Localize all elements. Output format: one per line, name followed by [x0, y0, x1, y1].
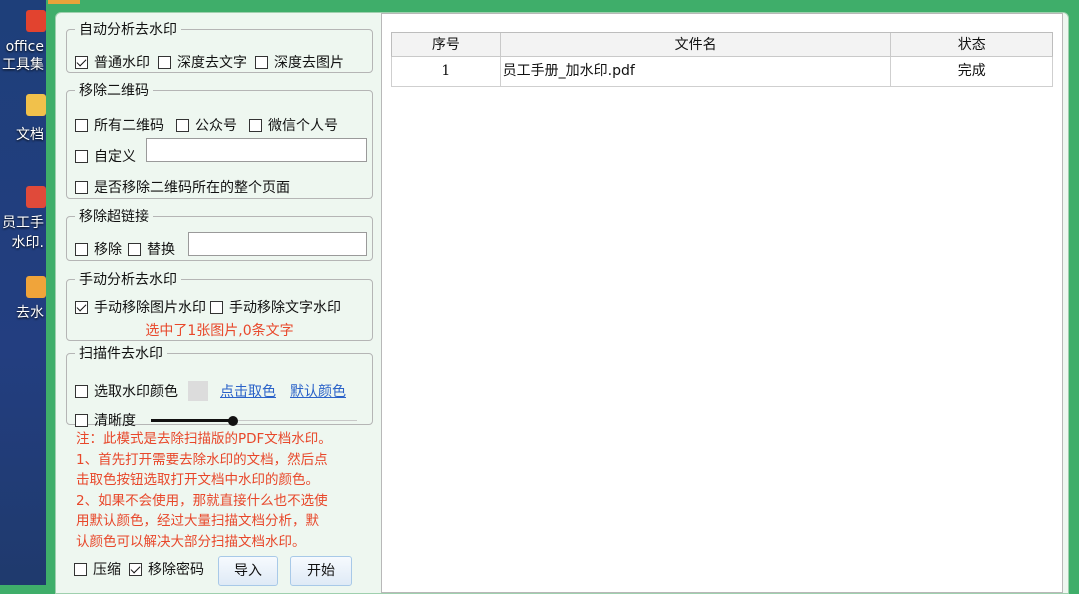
note-line: 1、首先打开需要去除水印的文档，然后点: [76, 451, 328, 468]
desktop-icon-label: 水印.: [11, 235, 44, 251]
title-accent-bar: [48, 0, 80, 4]
all-qr-checkbox[interactable]: [75, 118, 88, 132]
remove-link-legend: 移除超链接: [79, 209, 149, 225]
click-pick-color-link[interactable]: 点击取色: [220, 381, 276, 401]
manual-selection-status: 选中了1张图片,0条文字: [145, 323, 294, 339]
note-line: 2、如果不会使用，那就直接什么也不选使: [76, 492, 328, 509]
slider-fill: [151, 419, 234, 422]
remove-password-checkbox[interactable]: [129, 562, 142, 576]
column-header-index[interactable]: 序号: [392, 33, 501, 56]
replace-link-label: 替换: [147, 242, 175, 258]
all-qr-label: 所有二维码: [94, 118, 164, 134]
manual-watermark-group: 手动分析去水印 手动移除图片水印 手动移除文字水印 选中了1张图片,0条文字: [66, 269, 373, 341]
row-index: 1: [392, 57, 501, 86]
remove-qr-group: 移除二维码 所有二维码 公众号 微信个人号 自定义 是否移除二维码所在的整个页面: [66, 80, 373, 199]
desktop-icon-label: 去水: [16, 305, 44, 321]
scan-watermark-legend: 扫描件去水印: [79, 346, 163, 362]
import-button[interactable]: 导入: [218, 556, 278, 586]
row-status: 完成: [957, 63, 986, 79]
remove-whole-page-label: 是否移除二维码所在的整个页面: [94, 180, 290, 196]
scan-watermark-group: 扫描件去水印 选取水印颜色 点击取色 默认颜色 清晰度: [66, 343, 373, 429]
remove-link-label: 移除: [94, 242, 122, 258]
scan-mode-note: 注：此模式是去除扫描版的PDF文档水印。 1、首先打开需要去除水印的文档，然后点…: [76, 429, 366, 552]
remove-whole-page-checkbox[interactable]: [75, 180, 88, 194]
clarity-checkbox[interactable]: [75, 413, 88, 427]
wechat-personal-checkbox[interactable]: [249, 118, 262, 132]
wechat-personal-label: 微信个人号: [268, 118, 338, 134]
row-filename: 员工手册_加水印.pdf: [501, 57, 892, 86]
office-app-icon: [26, 10, 46, 32]
app-icon: [26, 276, 46, 298]
clarity-slider[interactable]: [151, 416, 357, 426]
note-line: 注：此模式是去除扫描版的PDF文档水印。: [76, 431, 332, 447]
replace-link-input[interactable]: [188, 232, 367, 256]
deep-text-checkbox[interactable]: [158, 55, 171, 69]
pick-color-checkbox[interactable]: [75, 384, 88, 398]
auto-watermark-group: 自动分析去水印 普通水印 深度去文字 深度去图片: [66, 19, 373, 73]
clarity-label: 清晰度: [94, 413, 136, 429]
normal-watermark-checkbox[interactable]: [75, 55, 88, 69]
table-header: 序号 文件名 状态: [391, 32, 1053, 57]
compress-checkbox[interactable]: [74, 562, 87, 576]
desktop-icon-label: office: [5, 39, 44, 55]
note-line: 击取色按钮选取打开文档中水印的颜色。: [76, 472, 319, 488]
desktop-strip: office 工具集 文档 员工手 水印. 去水: [0, 0, 46, 585]
remove-qr-legend: 移除二维码: [79, 83, 149, 99]
desktop-icon-label: 工具集: [2, 57, 44, 73]
remove-link-group: 移除超链接 移除 替换: [66, 206, 373, 261]
table-row[interactable]: 1 员工手册_加水印.pdf 完成: [391, 57, 1053, 87]
pick-color-label: 选取水印颜色: [94, 384, 178, 400]
default-color-link[interactable]: 默认颜色: [290, 381, 346, 401]
remove-link-checkbox[interactable]: [75, 242, 88, 256]
slider-thumb[interactable]: [228, 416, 239, 426]
folder-icon: [26, 94, 46, 116]
compress-label: 压缩: [93, 562, 121, 578]
official-account-label: 公众号: [195, 118, 237, 134]
file-table: 序号 文件名 状态 1 员工手册_加水印.pdf 完成: [381, 13, 1063, 593]
custom-qr-label: 自定义: [94, 149, 136, 165]
remove-password-label: 移除密码: [148, 562, 204, 578]
note-line: 认颜色可以解决大部分扫描文档水印。: [76, 533, 306, 550]
deep-image-checkbox[interactable]: [255, 55, 268, 69]
official-account-checkbox[interactable]: [176, 118, 189, 132]
manual-watermark-legend: 手动分析去水印: [79, 272, 177, 288]
normal-watermark-label: 普通水印: [94, 55, 150, 71]
manual-image-label: 手动移除图片水印: [94, 300, 206, 316]
column-header-filename[interactable]: 文件名: [501, 33, 892, 56]
deep-text-label: 深度去文字: [177, 55, 247, 71]
bottom-options: 压缩 移除密码: [74, 559, 204, 579]
note-line: 用默认颜色，经过大量扫描文档分析，默: [76, 513, 319, 529]
desktop-icon-label: 文档: [16, 127, 44, 143]
desktop-icon-label: 员工手: [2, 215, 44, 231]
auto-watermark-legend: 自动分析去水印: [79, 22, 177, 38]
start-button[interactable]: 开始: [290, 556, 352, 586]
manual-image-checkbox[interactable]: [75, 300, 88, 314]
custom-qr-checkbox[interactable]: [75, 149, 88, 163]
custom-qr-input[interactable]: [146, 138, 367, 162]
manual-text-label: 手动移除文字水印: [229, 300, 341, 316]
deep-image-label: 深度去图片: [274, 55, 344, 71]
pdf-file-icon: [26, 186, 46, 208]
manual-text-checkbox[interactable]: [210, 300, 223, 314]
replace-link-checkbox[interactable]: [128, 242, 141, 256]
column-header-status[interactable]: 状态: [891, 33, 1052, 56]
watermark-color-swatch: [188, 381, 208, 401]
app-window: 自动分析去水印 普通水印 深度去文字 深度去图片 移除二维码 所有二维码 公众号: [55, 12, 1069, 594]
